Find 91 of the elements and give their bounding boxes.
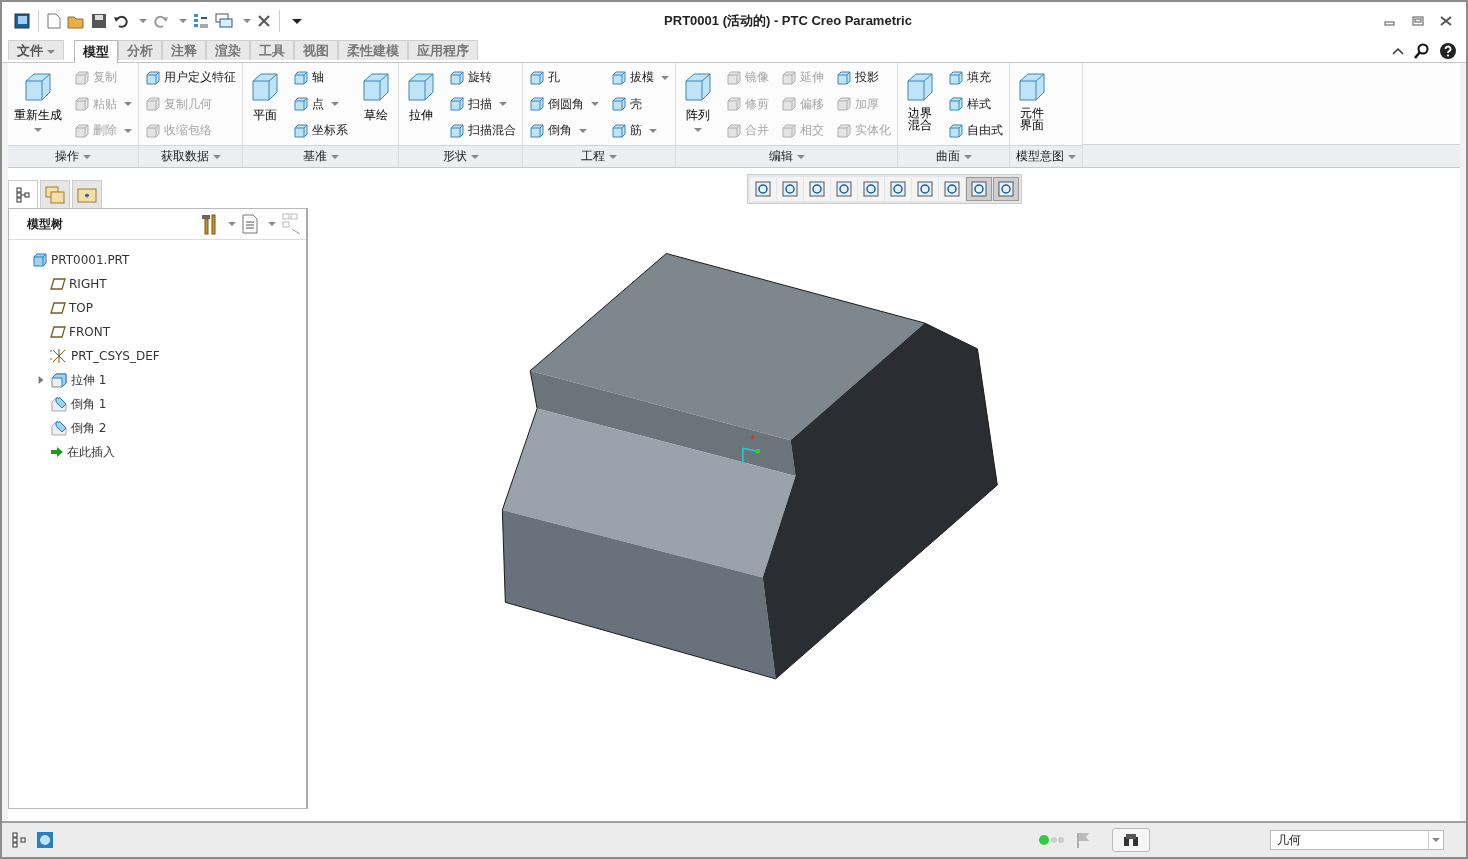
caret-icon[interactable]	[243, 19, 251, 23]
tree-item[interactable]: 拉伸 1	[71, 371, 107, 389]
ribbon-button[interactable]: 倒圆角	[527, 93, 601, 115]
tree-item[interactable]: 在此插入	[67, 443, 115, 461]
ribbon-button[interactable]: 平面	[247, 67, 283, 124]
caret-icon[interactable]	[139, 19, 147, 23]
tree-item[interactable]: 倒角 1	[71, 395, 107, 413]
group-label[interactable]: 工程	[523, 145, 675, 167]
tree-item[interactable]: FRONT	[69, 325, 110, 339]
regenerate-icon[interactable]	[193, 13, 209, 29]
ribbon-button[interactable]: 用户定义特征	[143, 67, 238, 88]
ribbon-button[interactable]: 旋转	[447, 67, 518, 88]
panel-tab[interactable]	[8, 180, 38, 208]
tree-item[interactable]: PRT0001.PRT	[51, 253, 130, 267]
tree-item[interactable]: TOP	[69, 301, 93, 315]
ribbon-button[interactable]: 扫描	[447, 93, 518, 115]
coordinate-system-icon	[50, 348, 68, 364]
folders-icon	[45, 185, 65, 204]
ribbon-button[interactable]: 点	[291, 93, 350, 115]
redo-icon[interactable]	[153, 14, 169, 28]
ribbon-tab[interactable]: 工具	[250, 40, 294, 60]
collapse-ribbon-icon[interactable]	[1392, 47, 1404, 55]
close-icon[interactable]	[1440, 16, 1452, 26]
ribbon-tab[interactable]: 视图	[294, 40, 338, 60]
chamfer-icon	[50, 396, 68, 412]
list-icon[interactable]	[242, 214, 258, 234]
group-label[interactable]: 基准	[243, 145, 398, 167]
panel-title: 模型树	[27, 215, 63, 233]
new-file-icon[interactable]	[47, 13, 61, 29]
plane-icon	[50, 302, 66, 314]
customize-caret-icon[interactable]	[292, 18, 302, 24]
ribbon-tab[interactable]: 分析	[118, 40, 162, 60]
ribbon-button[interactable]: 阵列	[680, 67, 716, 132]
ribbon-button[interactable]: 筋	[609, 120, 671, 141]
expand-arrow-icon[interactable]	[37, 375, 45, 385]
window-title: PRT0001 (活动的) - PTC Creo Parametric	[663, 12, 913, 30]
ribbon-tab[interactable]: 注释	[162, 40, 206, 60]
ribbon-tab[interactable]: 应用程序	[408, 40, 478, 60]
windows-icon[interactable]	[215, 13, 233, 29]
plane-icon	[50, 326, 66, 338]
ribbon-button[interactable]: 孔	[527, 67, 601, 88]
close-window-icon[interactable]	[257, 15, 271, 27]
tree-item[interactable]: RIGHT	[69, 277, 107, 291]
ribbon-button[interactable]: 投影	[834, 67, 893, 88]
coordinate-marker-icon	[742, 435, 761, 464]
undo-icon[interactable]	[113, 14, 129, 28]
ribbon-button[interactable]: 重新生成	[12, 67, 64, 132]
ribbon-tab[interactable]: 柔性建模	[338, 40, 408, 60]
save-icon[interactable]	[91, 13, 107, 29]
ribbon-tab[interactable]: 模型	[74, 40, 118, 63]
tree-icon[interactable]	[12, 832, 26, 848]
ribbon-button[interactable]: 坐标系	[291, 120, 350, 141]
ribbon-button[interactable]: 拔模	[609, 67, 671, 88]
group-label[interactable]: 获取数据	[139, 145, 242, 167]
ribbon-button[interactable]: 元件界面	[1014, 67, 1050, 131]
arrow-icon	[50, 446, 64, 458]
ribbon-button[interactable]: 样式	[946, 93, 1005, 115]
group-label[interactable]: 形状	[399, 145, 522, 167]
help-icon[interactable]	[1440, 43, 1456, 59]
ribbon-button[interactable]: 填充	[946, 67, 1005, 88]
filter-dropdown[interactable]: 几何	[1270, 830, 1444, 850]
search-icon[interactable]	[1414, 43, 1430, 59]
ribbon-button[interactable]: 轴	[291, 67, 350, 88]
restore-icon[interactable]	[1412, 16, 1424, 26]
ribbon-button[interactable]: 草绘	[358, 67, 394, 124]
ribbon-button[interactable]: 拉伸	[403, 67, 439, 124]
ribbon-button[interactable]: 边界混合	[902, 67, 938, 131]
ribbon-button[interactable]: 壳	[609, 93, 671, 115]
ribbon-tab[interactable]: 渲染	[206, 40, 250, 60]
app-icon[interactable]	[14, 13, 30, 29]
plane-icon	[50, 278, 66, 290]
group-label[interactable]: 模型意图	[1010, 145, 1082, 167]
file-menu[interactable]: 文件	[8, 40, 64, 60]
ribbon-button[interactable]: 扫描混合	[447, 120, 518, 141]
group-label[interactable]: 曲面	[898, 145, 1009, 167]
tree-item[interactable]: 倒角 2	[71, 419, 107, 437]
folder-icon	[77, 186, 97, 203]
tree-icon	[16, 186, 30, 203]
caret-icon[interactable]	[179, 19, 187, 23]
folder-icon[interactable]	[67, 13, 85, 29]
ribbon-button[interactable]: 倒角	[527, 120, 601, 141]
chamfer-icon	[50, 420, 68, 436]
browser-icon[interactable]	[36, 831, 54, 849]
ribbon-button[interactable]: 自由式	[946, 120, 1005, 141]
binoculars-icon	[1123, 833, 1139, 847]
tools-icon[interactable]	[200, 213, 218, 235]
group-label[interactable]: 编辑	[676, 145, 897, 167]
find-button[interactable]	[1112, 828, 1150, 852]
status-lights-icon	[1038, 834, 1066, 846]
group-label[interactable]: 操作	[8, 145, 138, 167]
tree-item[interactable]: PRT_CSYS_DEF	[71, 349, 160, 363]
